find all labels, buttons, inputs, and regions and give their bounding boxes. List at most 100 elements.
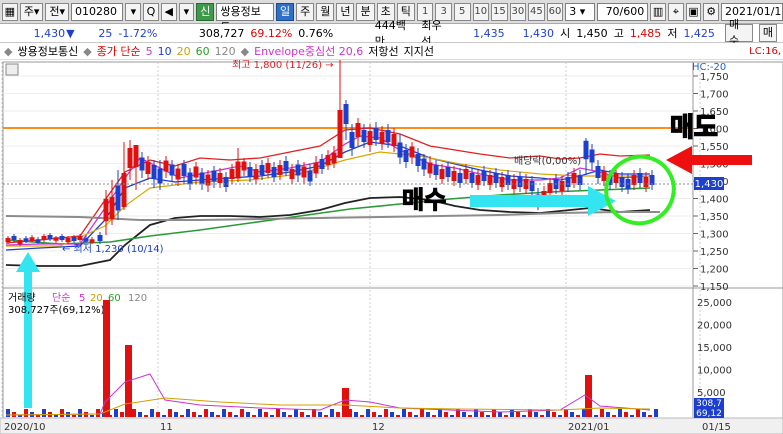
candle-body [589, 149, 595, 163]
grid-menu-icon[interactable]: ▦ [2, 2, 18, 21]
candle-body [29, 237, 35, 241]
legend-marker-icon: ◆ [4, 44, 13, 58]
interval-10[interactable]: 10 [472, 2, 490, 21]
price-axis-label: 1,250 [700, 247, 729, 258]
volume-bar [24, 409, 28, 417]
candle-body [415, 154, 421, 166]
volume-bar [228, 412, 232, 417]
legend-ma-5[interactable]: 5 [146, 45, 153, 58]
legend-ma-20[interactable]: 20 [177, 45, 191, 58]
volume-bar [150, 409, 154, 417]
date-axis-label: 2021/01 [568, 422, 610, 433]
candle-body [283, 161, 289, 171]
period-minute-tab[interactable]: 분 [356, 2, 375, 21]
volume-bar [222, 409, 226, 417]
legend-envelope[interactable]: Envelope중심선 20,6 [254, 43, 363, 59]
volume-bar [174, 412, 178, 417]
market-select[interactable]: 주 ▾ [19, 2, 44, 21]
candle-body [253, 169, 259, 179]
candle-body [337, 110, 343, 158]
legend-resistance[interactable]: 저항선 [368, 43, 398, 59]
candle-body [499, 177, 505, 187]
interval-5[interactable]: 5 [453, 2, 471, 21]
volume-bar [103, 300, 110, 417]
candle-body [23, 238, 29, 242]
new-badge[interactable]: 신 [196, 2, 215, 21]
volume-bar [480, 412, 484, 417]
volume-bar [138, 412, 142, 417]
candle-body [295, 164, 301, 176]
stock-code-input[interactable]: 010280 [71, 2, 124, 21]
volume-bar [258, 409, 262, 417]
candle-body [349, 132, 355, 148]
volume-axis-label: 5,000 [697, 388, 726, 399]
panel-toggle-icon[interactable] [5, 63, 19, 76]
candle-body [373, 128, 379, 140]
period-month-tab[interactable]: 월 [316, 2, 335, 21]
price-change: 25 [98, 26, 113, 40]
view-select[interactable]: 전 ▾ [45, 2, 69, 21]
volume-bar [252, 415, 256, 417]
price-axis-label: 1,300 [700, 230, 729, 241]
volume-bar [276, 409, 280, 417]
gear-icon[interactable]: ⚙ [703, 2, 720, 21]
buy-button[interactable]: 매수 [724, 18, 753, 47]
search-icon[interactable]: Q [143, 2, 159, 21]
volume-bar [576, 415, 580, 417]
candle-body [223, 177, 229, 187]
volume-bar [396, 415, 400, 417]
candle-body [313, 162, 319, 174]
candle-body [241, 161, 247, 171]
price-axis-label: 1,150 [700, 282, 729, 293]
period-week-tab[interactable]: 주 [296, 2, 315, 21]
crosshair-icon[interactable]: ⌖ [667, 2, 684, 21]
volume-bar [642, 412, 646, 417]
interval-15[interactable]: 15 [491, 2, 508, 21]
chart-area[interactable]: HC:-20 1,7501,7001,6501,6001,5501,5001,4… [0, 60, 783, 434]
interval-60[interactable]: 60 [546, 2, 564, 21]
candle-body [163, 160, 169, 172]
legend-ma-label[interactable]: 종가 단순 [97, 43, 141, 59]
save-icon[interactable]: ▣ [685, 2, 702, 21]
period-day-tab[interactable]: 일 [275, 2, 295, 21]
candle-body [637, 173, 643, 183]
low-label: 저 [667, 27, 678, 40]
price-axis-label: 1,400 [700, 195, 729, 206]
interval-45[interactable]: 45 [528, 2, 545, 21]
chart-style-icon[interactable]: ▥ [650, 2, 666, 21]
volume-value: 308,727 [198, 26, 245, 40]
interval-30[interactable]: 30 [509, 2, 527, 21]
sound-icon[interactable]: ◀ [160, 2, 177, 21]
stock-name-field[interactable]: 쌍용정보통 [216, 2, 274, 34]
legend-ma-60[interactable]: 60 [196, 45, 210, 58]
candle-body [139, 157, 145, 171]
candle-body [409, 146, 415, 158]
candle-body [11, 236, 17, 240]
legend-support[interactable]: 지지선 [404, 43, 434, 59]
legend-ma-120[interactable]: 120 [215, 45, 236, 58]
code-dropdown-icon[interactable]: ▾ [125, 2, 142, 21]
volume-bar [78, 409, 82, 417]
best-ask: 1,435 [473, 26, 505, 40]
candle-body [379, 132, 385, 144]
sound-dropdown-icon[interactable]: ▾ [178, 2, 195, 21]
sell-button[interactable]: 매 [758, 24, 777, 42]
volume-bar [90, 415, 94, 417]
candle-body [53, 237, 59, 241]
candle-body [613, 173, 619, 183]
legend-ma-10[interactable]: 10 [158, 45, 172, 58]
candle-body [397, 142, 403, 158]
volume-bar [144, 415, 148, 417]
candle-body [235, 161, 241, 179]
volume-bar [420, 409, 424, 417]
candle-body [427, 162, 433, 174]
page-counter-field[interactable]: 70/600 [597, 2, 649, 21]
candle-body [595, 166, 601, 178]
candle-body [277, 165, 283, 175]
candle-body [151, 165, 157, 179]
price-axis-label: 1,700 [700, 90, 729, 101]
volume-bar [498, 412, 502, 417]
interval-select[interactable]: 3 ▾ [565, 2, 596, 21]
period-year-tab[interactable]: 년 [336, 2, 355, 21]
candle-body [217, 173, 223, 183]
